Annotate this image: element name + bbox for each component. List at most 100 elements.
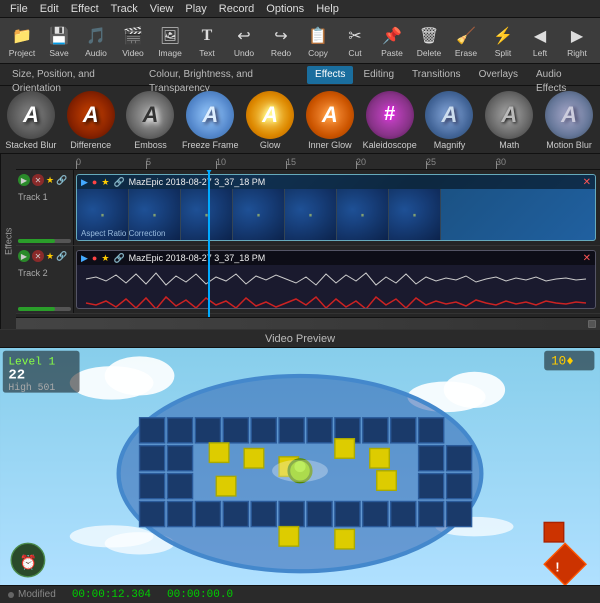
track2-mute-btn[interactable]: ✕ (32, 250, 44, 262)
emboss-icon: A (126, 91, 174, 139)
toolbar-paste-label: Paste (381, 48, 403, 58)
time-position-display: 00:00:12.304 (72, 589, 151, 601)
toolbar-left[interactable]: ◀ Left (522, 20, 558, 62)
track1-clip-close[interactable]: ✕ (583, 177, 591, 188)
tab-transitions[interactable]: Transitions (404, 66, 469, 84)
toolbar-save[interactable]: 💾 Save (41, 20, 77, 62)
tab-overlays[interactable]: Overlays (471, 66, 526, 84)
toolbar-audio[interactable]: 🎵 Audio (78, 20, 114, 62)
svg-text:High 501: High 501 (8, 382, 55, 393)
toolbar-delete[interactable]: 🗑 Delete (411, 20, 447, 62)
tab-audio-effects[interactable]: Audio Effects (528, 66, 596, 84)
status-time-position: 00:00:12.304 (72, 589, 151, 601)
inner-glow-icon: A (306, 91, 354, 139)
toolbar-copy[interactable]: 📋 Copy (300, 20, 336, 62)
effect-emboss[interactable]: A Emboss (122, 87, 180, 153)
timeline: 0 5 10 15 20 25 30 ▶ ✕ (16, 154, 600, 329)
track1-play-btn[interactable]: ▶ (18, 174, 30, 186)
toolbar-delete-label: Delete (417, 48, 442, 58)
toolbar-image[interactable]: 🖼 Image (152, 20, 188, 62)
effect-kaleidoscope[interactable]: # Kaleidoscope (361, 87, 419, 153)
effect-magnify[interactable]: A Magnify (421, 87, 479, 153)
toolbar-save-label: Save (49, 48, 68, 58)
track1-clip-footer: Aspect Ratio Correction (81, 229, 165, 238)
waveform-top (77, 265, 595, 293)
menu-effect[interactable]: Effect (65, 0, 105, 18)
track1-clip-header: ▶ ● ★ 🔗 MazEpic 2018-08-27 3_37_18 PM ✕ (77, 175, 595, 189)
menu-record[interactable]: Record (213, 0, 260, 18)
project-icon: 📁 (11, 25, 33, 47)
toolbar-right[interactable]: ▶ Right (559, 20, 595, 62)
track-row-2: ▶ ✕ ★ 🔗 Track 2 ▶ ● ★ (16, 246, 600, 314)
copy-icon: 📋 (307, 25, 329, 47)
thumb-7 (389, 189, 441, 240)
effects-sidebar-label: Effects (0, 154, 16, 329)
scrollbar-thumb[interactable] (588, 320, 596, 328)
effect-stacked-blur[interactable]: A Stacked Blur (2, 87, 60, 153)
toolbar-undo[interactable]: ↩ Undo (226, 20, 262, 62)
menu-file[interactable]: File (4, 0, 34, 18)
toolbar-project[interactable]: 📁 Project (4, 20, 40, 62)
image-icon: 🖼 (159, 25, 181, 47)
track2-controls: ▶ ✕ ★ 🔗 Track 2 (16, 246, 74, 313)
tab-colour[interactable]: Colour, Brightness, and Transparency (141, 66, 305, 84)
menu-track[interactable]: Track (105, 0, 144, 18)
video-preview-content: Level 1 22 High 501 10♦ ⏰ ! (0, 348, 600, 585)
freeze-frame-label: Freeze Frame (182, 141, 239, 151)
ruler-mark-10: 10 (216, 157, 226, 167)
toolbar-video[interactable]: 🎬 Video (115, 20, 151, 62)
track1-star-icon: ★ (46, 175, 54, 186)
track2-clip-close[interactable]: ✕ (583, 253, 591, 264)
tab-effects[interactable]: Effects (307, 66, 353, 84)
track2-play-btn[interactable]: ▶ (18, 250, 30, 262)
effect-math[interactable]: A Math (480, 87, 538, 153)
difference-label: Difference (70, 141, 111, 151)
playhead[interactable] (208, 170, 210, 317)
timeline-scrollbar[interactable] (16, 317, 600, 329)
track2-volume-fill (18, 307, 55, 311)
toolbar-redo[interactable]: ↪ Redo (263, 20, 299, 62)
save-icon: 💾 (48, 25, 70, 47)
toolbar-audio-label: Audio (85, 48, 107, 58)
menu-edit[interactable]: Edit (34, 0, 65, 18)
tab-editing[interactable]: Editing (355, 66, 402, 84)
clip2-star-icon: ★ (101, 253, 109, 264)
menu-options[interactable]: Options (260, 0, 310, 18)
track2-clip[interactable]: ▶ ● ★ 🔗 MazEpic 2018-08-27 3_37_18 PM ✕ (76, 250, 596, 309)
effect-freeze-frame[interactable]: A Freeze Frame (181, 87, 239, 153)
effect-inner-glow[interactable]: A Inner Glow (301, 87, 359, 153)
redo-icon: ↪ (270, 25, 292, 47)
toolbar-paste[interactable]: 📌 Paste (374, 20, 410, 62)
toolbar-cut[interactable]: ✂ Cut (337, 20, 373, 62)
toolbar-undo-label: Undo (234, 48, 254, 58)
tab-size-position[interactable]: Size, Position, and Orientation (4, 66, 139, 84)
menu-help[interactable]: Help (310, 0, 345, 18)
menu-bar: File Edit Effect Track View Play Record … (0, 0, 600, 18)
track2-control-buttons: ▶ ✕ ★ 🔗 (18, 248, 71, 264)
thumb-3 (181, 189, 233, 240)
menu-play[interactable]: Play (179, 0, 212, 18)
text-icon: T (196, 25, 218, 47)
clip1-star-icon: ★ (101, 177, 109, 188)
delete-icon: 🗑 (418, 25, 440, 47)
track1-mute-btn[interactable]: ✕ (32, 174, 44, 186)
inner-glow-label: Inner Glow (308, 141, 352, 151)
effect-difference[interactable]: A Difference (62, 87, 120, 153)
track1-controls: ▶ ✕ ★ 🔗 Track 1 (16, 170, 74, 245)
effect-motion-blur[interactable]: A Motion Blur (540, 87, 598, 153)
clip1-rec-icon: ● (92, 177, 97, 187)
track2-content: ▶ ● ★ 🔗 MazEpic 2018-08-27 3_37_18 PM ✕ (74, 246, 600, 313)
magnify-label: Magnify (434, 141, 466, 151)
toolbar-split[interactable]: ⚡ Split (485, 20, 521, 62)
status-label: Modified (18, 589, 56, 600)
timeline-area: Effects 0 5 10 15 20 25 30 (0, 154, 600, 329)
kaleidoscope-label: Kaleidoscope (363, 141, 417, 151)
menu-view[interactable]: View (144, 0, 180, 18)
toolbar-split-label: Split (495, 48, 512, 58)
toolbar-text[interactable]: T Text (189, 20, 225, 62)
stacked-blur-label: Stacked Blur (5, 141, 56, 151)
effect-glow[interactable]: A Glow (241, 87, 299, 153)
freeze-frame-icon: A (186, 91, 234, 139)
track1-clip[interactable]: ▶ ● ★ 🔗 MazEpic 2018-08-27 3_37_18 PM ✕ (76, 174, 596, 241)
toolbar-erase[interactable]: 🧹 Erase (448, 20, 484, 62)
